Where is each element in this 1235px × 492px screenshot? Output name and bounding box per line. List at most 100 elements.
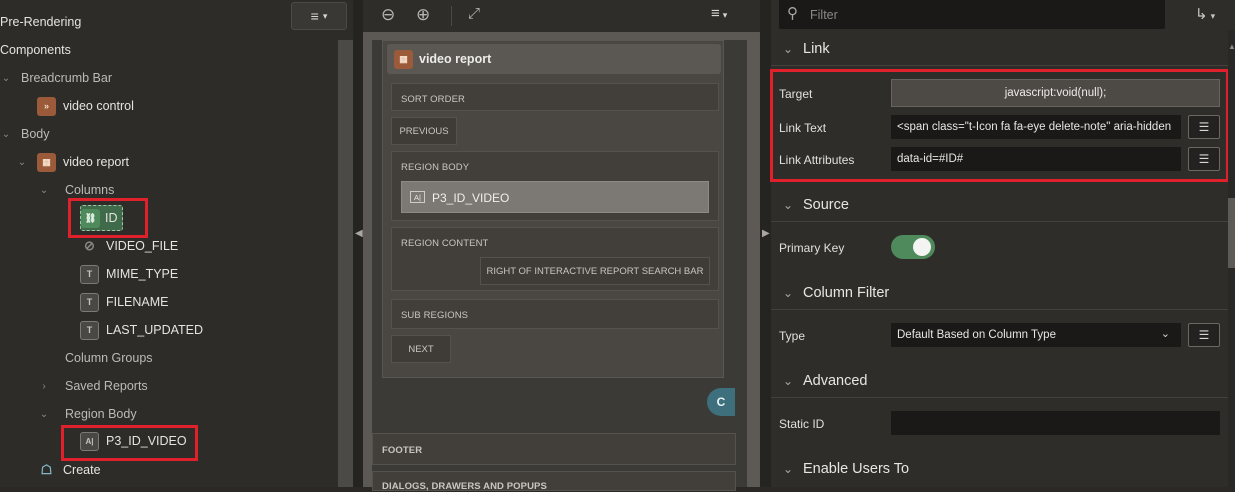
section-link-header[interactable]: ⌄ Link [781,38,830,60]
tree-node-label: Column Groups [65,351,153,365]
position-right-of-search-bar[interactable]: RIGHT OF INTERACTIVE REPORT SEARCH BAR [480,257,710,285]
layout-toolbar: ⊖ ⊕ ⤢ ≡ ▾ [363,0,760,32]
tree-node-pre-rendering[interactable]: Pre-Rendering [0,12,81,32]
position-label: SORT ORDER [401,94,465,105]
highlight-box-p3-id-video [61,425,198,461]
tree-node-label: Breadcrumb Bar [21,71,113,85]
expand-icon[interactable]: ⤢ [468,5,480,22]
chevron-down-icon: ▾ [722,10,728,20]
chevron-down-icon[interactable]: ⌄ [38,409,50,420]
tree-node-label: MIME_TYPE [106,267,179,281]
type-list-button[interactable]: ☰ [1188,323,1220,347]
static-id-input[interactable] [891,411,1220,435]
zoom-in-icon[interactable]: ⊕ [416,5,430,25]
type-label: Type [779,329,806,343]
text-column-icon: T [80,292,99,312]
tree-node-last-updated[interactable]: T LAST_UPDATED [80,320,203,340]
tree-menu-button[interactable]: ≡ ▾ [291,2,347,30]
tree-node-label: Columns [65,183,115,197]
floating-action-button[interactable]: C [707,388,735,416]
chevron-down-icon: ⌄ [782,198,794,212]
breadcrumb-region-icon: » [37,96,56,116]
property-scrollbar-thumb[interactable] [1228,198,1235,268]
region-video-report[interactable]: ▦ video report SORT ORDER PREVIOUS REGIO… [382,40,724,378]
chevron-down-icon[interactable]: ⌄ [0,73,12,84]
section-title: Enable Users To [803,461,910,477]
type-select[interactable]: Default Based on Column Type ⌄ [891,323,1181,347]
position-label: RIGHT OF INTERACTIVE REPORT SEARCH BAR [486,265,704,277]
zoom-out-icon[interactable]: ⊖ [381,5,395,25]
tree-node-region-body[interactable]: ⌄ Region Body [38,404,137,424]
layout-scrollbar[interactable] [748,40,760,487]
position-region-content[interactable]: REGION CONTENT RIGHT OF INTERACTIVE REPO… [391,227,719,291]
divider [771,65,1231,66]
chevron-down-icon: ⌄ [782,462,794,476]
section-column-filter-header[interactable]: ⌄ Column Filter [781,282,889,304]
interactive-report-icon: ▦ [394,50,413,69]
tree-node-label: Pre-Rendering [0,15,82,29]
chevron-down-icon: ▾ [1210,11,1216,21]
type-value: Default Based on Column Type [897,329,1056,341]
chevron-down-icon: ⌄ [782,42,794,56]
left-panel-scrollbar[interactable] [338,40,353,487]
tree-node-components[interactable]: Components [0,40,71,60]
section-source-header[interactable]: ⌄ Source [781,194,849,216]
tree-node-label: Saved Reports [65,379,148,393]
fab-label: C [716,395,726,409]
tree-node-label: VIDEO_FILE [106,239,179,253]
divider [771,397,1231,398]
tree-node-column-groups[interactable]: Column Groups [65,348,153,368]
rendering-tree-panel: ≡ ▾ Pre-Rendering Components ⌄ Breadcrumb … [0,0,353,487]
text-field-icon: A| [410,191,425,203]
tree-node-video-control[interactable]: » video control [37,96,134,116]
chevron-down-icon[interactable]: ⌄ [0,129,12,140]
collapse-left-icon[interactable]: ◀ [355,228,363,239]
position-region-body[interactable]: REGION BODY A| P3_ID_VIDEO [391,151,719,221]
position-sort-order[interactable]: SORT ORDER [391,83,719,111]
left-splitter[interactable]: ◀ [353,0,363,487]
chevron-right-icon[interactable]: › [38,381,50,392]
position-dialogs[interactable]: DIALOGS, DRAWERS AND POPUPS [372,471,736,492]
scroll-up-icon[interactable]: ▲ [1228,42,1235,51]
position-label: NEXT [408,343,434,355]
tree-node-label: LAST_UPDATED [106,323,204,337]
section-title: Advanced [803,373,868,389]
search-icon: ⚲ [787,5,798,22]
tree-node-label: Components [0,43,71,57]
tree-node-body[interactable]: ⌄ Body [0,124,50,144]
section-title: Column Filter [803,285,890,301]
tree-node-create[interactable]: ☖ Create [37,460,101,480]
layout-menu-button[interactable]: ≡ ▾ [711,5,727,22]
divider [771,221,1231,222]
collapse-right-icon[interactable]: ▶ [762,228,770,239]
filter-bar[interactable]: ⚲ Filter [779,0,1165,29]
position-next[interactable]: NEXT [391,335,451,363]
tree-node-label: Create [63,463,101,477]
section-advanced-header[interactable]: ⌄ Advanced [781,370,868,392]
chevron-down-icon: ▾ [322,10,328,21]
tree-node-columns[interactable]: ⌄ Columns [38,180,115,200]
position-footer[interactable]: FOOTER [372,433,736,465]
hidden-eye-icon: ⊘ [84,238,95,253]
page-item-label: P3_ID_VIDEO [432,191,510,205]
tree-node-saved-reports[interactable]: › Saved Reports [38,376,148,396]
tree-node-label: video report [63,155,130,169]
position-label: REGION CONTENT [401,238,489,249]
section-title: Link [803,41,830,57]
position-label: PREVIOUS [399,125,449,137]
position-previous[interactable]: PREVIOUS [391,117,457,145]
chevron-down-icon[interactable]: ⌄ [38,185,50,196]
chevron-down-icon[interactable]: ⌄ [16,157,28,168]
page-item-p3-id-video[interactable]: A| P3_ID_VIDEO [401,181,709,213]
primary-key-toggle[interactable] [891,235,935,259]
create-icon: ☖ [40,462,53,477]
tree-node-filename[interactable]: T FILENAME [80,292,169,312]
tree-node-mime-type[interactable]: T MIME_TYPE [80,264,178,284]
tree-node-video-file[interactable]: ⊘ VIDEO_FILE [80,236,178,256]
go-to-group-button[interactable]: ↳ ▾ [1195,5,1215,23]
tree-node-label: FILENAME [106,295,169,309]
tree-node-video-report[interactable]: ⌄ ▦ video report [16,152,129,172]
tree-node-breadcrumb-bar[interactable]: ⌄ Breadcrumb Bar [0,68,112,88]
section-enable-users-header[interactable]: ⌄ Enable Users To [781,458,909,480]
position-sub-regions[interactable]: SUB REGIONS [391,299,719,329]
